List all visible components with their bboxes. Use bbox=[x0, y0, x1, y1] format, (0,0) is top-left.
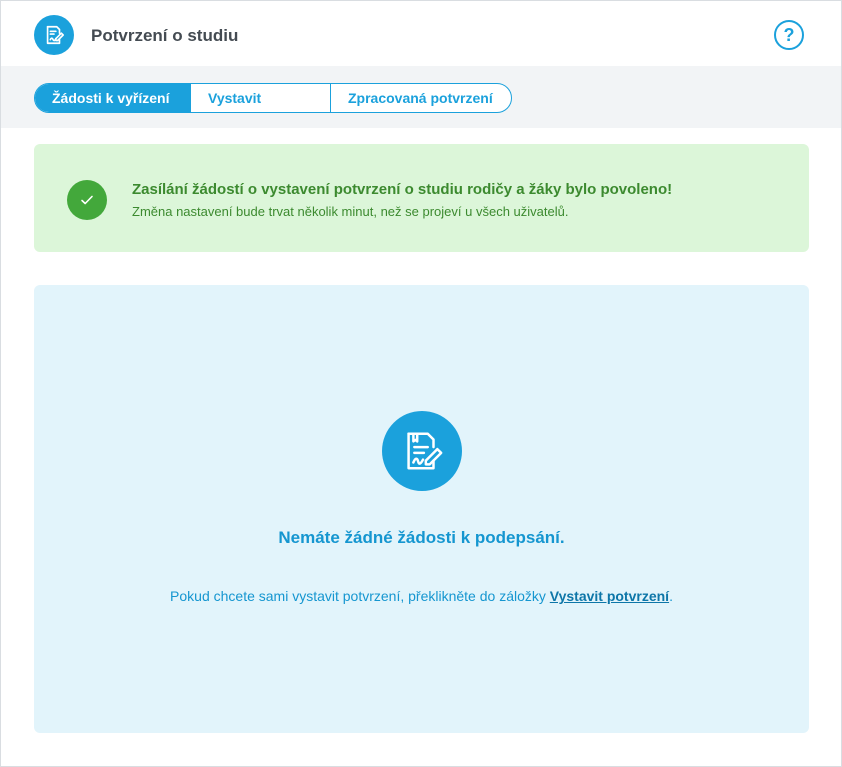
document-sign-icon bbox=[382, 411, 462, 491]
app-frame: Potvrzení o studiu ? Žádosti k vyřízení … bbox=[0, 0, 842, 767]
page-title: Potvrzení o studiu bbox=[91, 26, 239, 45]
help-icon[interactable]: ? bbox=[774, 20, 804, 50]
check-icon bbox=[67, 180, 107, 220]
empty-state-title: Nemáte žádné žádosti k podepsání. bbox=[278, 528, 565, 547]
tab-group: Žádosti k vyřízení Vystavit potvrzení Zp… bbox=[34, 83, 512, 113]
document-sign-icon bbox=[34, 15, 74, 55]
tab-bar: Žádosti k vyřízení Vystavit potvrzení Zp… bbox=[1, 66, 841, 128]
vystavit-potvrzeni-link[interactable]: Vystavit potvrzení bbox=[550, 588, 669, 604]
empty-state-text: Pokud chcete sami vystavit potvrzení, př… bbox=[34, 588, 809, 604]
tab-zpracovana-potvrzeni[interactable]: Zpracovaná potvrzení bbox=[330, 84, 511, 112]
alert-title: Zasílání žádostí o vystavení potvrzení o… bbox=[132, 181, 673, 198]
empty-state-panel: Nemáte žádné žádosti k podepsání. Pokud … bbox=[34, 285, 809, 733]
empty-state-text-after: . bbox=[669, 588, 673, 604]
header: Potvrzení o studiu ? bbox=[1, 1, 841, 66]
empty-state-text-before: Pokud chcete sami vystavit potvrzení, př… bbox=[170, 588, 550, 604]
alert-subtitle: Změna nastavení bude trvat několik minut… bbox=[132, 204, 569, 219]
tab-zadosti-k-vyrizeni[interactable]: Žádosti k vyřízení bbox=[35, 84, 190, 112]
tab-vystavit-potvrzeni[interactable]: Vystavit potvrzení bbox=[190, 84, 330, 112]
success-alert: Zasílání žádostí o vystavení potvrzení o… bbox=[34, 144, 809, 252]
